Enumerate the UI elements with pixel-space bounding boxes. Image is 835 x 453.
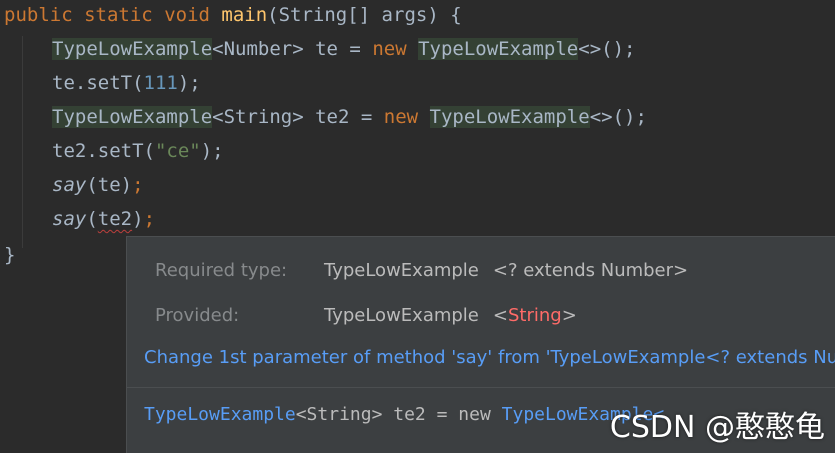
closing-brace: } (4, 244, 16, 266)
static-call-say: say (52, 174, 87, 196)
popup-divider (127, 387, 835, 388)
method-name-main: main (221, 4, 268, 26)
provided-bracket-close: > (561, 305, 577, 326)
class-ref-type: TypeLowExample (52, 38, 213, 60)
preview-type[interactable]: TypeLowExample (144, 404, 296, 425)
code-line-4[interactable]: TypeLowExample<String> te2 = new TypeLow… (52, 102, 647, 132)
keyword-new: new (383, 106, 419, 128)
code-line-7[interactable]: say(te2); (52, 204, 155, 234)
call-sett: te.setT( (52, 72, 144, 94)
call-args: (te) (86, 174, 133, 196)
provided-type-label: Provided: (155, 305, 240, 326)
preview-generic: <String> (295, 404, 383, 425)
declaration-preview[interactable]: TypeLowExample<String> te2 = new TypeLow… (144, 401, 664, 429)
paren-open: ( (86, 208, 98, 230)
provided-type-class: TypeLowExample (324, 305, 479, 326)
error-arg-te2[interactable]: te2 (98, 208, 132, 230)
diamond-end: <>(); (589, 106, 647, 128)
code-line-5[interactable]: te2.setT("ce"); (52, 136, 224, 166)
required-type-value: TypeLowExample <? extends Number> (324, 258, 688, 284)
main-params: (String[] args) { (267, 4, 462, 26)
call-end: ); (200, 140, 224, 162)
static-call-say: say (52, 208, 87, 230)
code-line-8[interactable]: } (4, 240, 15, 270)
generic-number: <Number> (212, 38, 304, 60)
call-end: ); (177, 72, 201, 94)
var-te: te = (303, 38, 373, 60)
semicolon: ; (143, 208, 156, 230)
string-literal: "ce" (154, 140, 201, 162)
diamond-end: <>(); (578, 38, 636, 60)
var-te2: te2 = (303, 106, 384, 128)
code-line-2[interactable]: TypeLowExample<Number> te = new TypeLowE… (52, 34, 635, 64)
code-line-3[interactable]: te.setT(111); (52, 68, 201, 98)
class-ref-type: TypeLowExample (52, 106, 213, 128)
code-line-1[interactable]: public static void main(String[] args) { (4, 0, 462, 30)
required-type-class: TypeLowExample (324, 260, 479, 281)
keyword-static: static (84, 4, 153, 26)
required-type-label: Required type: (155, 260, 288, 281)
keyword-void: void (164, 4, 210, 26)
provided-type-value: TypeLowExample <String> (324, 303, 577, 329)
paren-close: ) (132, 208, 144, 230)
code-line-6[interactable]: say(te); (52, 170, 144, 200)
required-type-generic: <? extends Number> (492, 260, 689, 281)
provided-bracket-open: < (492, 305, 508, 326)
csdn-watermark: CSDN @憨憨龟 (609, 410, 825, 445)
keyword-public: public (4, 4, 73, 26)
class-ref-ctor: TypeLowExample (418, 38, 579, 60)
preview-rest: te2 = new (382, 404, 502, 425)
semicolon: ; (132, 174, 144, 196)
quick-fix-link[interactable]: Change 1st parameter of method 'say' fro… (144, 345, 835, 371)
generic-string: <String> (212, 106, 304, 128)
keyword-new: new (372, 38, 407, 60)
indent-guide (22, 36, 23, 248)
provided-type-generic-error: String (507, 305, 562, 326)
number-literal: 111 (143, 72, 178, 94)
call-sett: te2.setT( (52, 140, 155, 162)
class-ref-ctor: TypeLowExample (429, 106, 590, 128)
